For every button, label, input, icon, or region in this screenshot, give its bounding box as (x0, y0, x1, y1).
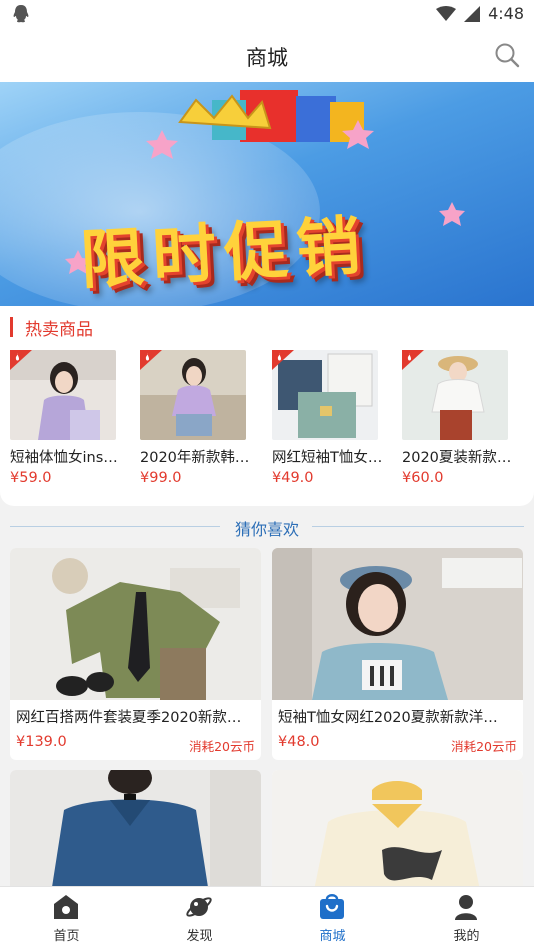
product-photo (10, 770, 261, 900)
banner-promo-text: 限时促销 (78, 209, 371, 299)
home-icon (54, 895, 78, 919)
product-card[interactable] (10, 770, 261, 900)
hot-flame-icon (402, 350, 424, 370)
guess-divider: 猜你喜欢 (0, 514, 534, 540)
product-card[interactable] (272, 770, 523, 900)
product-photo (272, 548, 523, 700)
signal-icon (464, 5, 481, 22)
shop-bag-icon (320, 894, 344, 919)
product-name: 短袖T恤女网红2020夏款新款洋… (278, 710, 498, 726)
product-name: 2020夏装新款… (402, 450, 512, 466)
section-title: 热卖商品 (10, 316, 93, 340)
clock-time: 4:48 (488, 4, 524, 23)
product-card[interactable]: 短袖T恤女网红2020夏款新款洋… ¥48.0 消耗20云币 (272, 548, 523, 760)
wifi-icon (436, 5, 457, 21)
product-price: ¥60.0 (402, 470, 444, 486)
tab-label: 首页 (53, 929, 80, 944)
product-name: 网红百搭两件套装夏季2020新款… (16, 710, 242, 726)
app-header: 商城 (0, 30, 534, 82)
product-photo (272, 770, 523, 900)
search-icon[interactable] (494, 42, 520, 68)
hot-product-item[interactable]: 2020夏装新款… ¥60.0 (402, 350, 524, 500)
hot-products-section: 热卖商品 短袖体恤女ins… ¥59.0 2020年新款韩… ¥99.0 网红短… (0, 306, 534, 506)
tab-label: 发现 (186, 929, 213, 944)
tab-profile[interactable]: 我的 (400, 887, 533, 949)
product-price: ¥59.0 (10, 470, 52, 486)
hot-section-title: 热卖商品 (25, 319, 93, 340)
hot-product-item[interactable]: 2020年新款韩… ¥99.0 (140, 350, 262, 500)
coin-cost: 消耗20云币 (189, 739, 255, 754)
product-price: ¥49.0 (272, 470, 314, 486)
product-name: 短袖体恤女ins… (10, 450, 118, 466)
product-photo (10, 548, 261, 700)
hot-products-list: 短袖体恤女ins… ¥59.0 2020年新款韩… ¥99.0 网红短袖T恤女…… (10, 350, 530, 500)
product-name: 网红短袖T恤女… (272, 450, 383, 466)
promo-banner[interactable]: 限时促销 (0, 82, 534, 306)
qq-icon (13, 5, 29, 23)
user-icon (455, 895, 477, 920)
divider-line (312, 526, 524, 527)
hot-flame-icon (140, 350, 162, 370)
hot-product-item[interactable]: 短袖体恤女ins… ¥59.0 (10, 350, 132, 500)
tab-home[interactable]: 首页 (0, 887, 133, 949)
status-bar: 4:48 (0, 0, 534, 30)
guess-section-title: 猜你喜欢 (234, 520, 299, 539)
section-marker (10, 317, 13, 337)
tab-label: 商城 (319, 929, 346, 944)
product-price: ¥48.0 (278, 734, 320, 750)
product-price: ¥139.0 (16, 734, 67, 750)
tab-shop[interactable]: 商城 (266, 887, 399, 949)
page-title: 商城 (246, 46, 288, 70)
hot-flame-icon (10, 350, 32, 370)
product-price: ¥99.0 (140, 470, 182, 486)
planet-icon (186, 897, 212, 917)
bottom-tab-bar: 首页 发现 商城 我的 (0, 886, 534, 949)
hot-flame-icon (272, 350, 294, 370)
tab-label: 我的 (453, 929, 480, 944)
coin-cost: 消耗20云币 (451, 739, 517, 754)
tab-discover[interactable]: 发现 (133, 887, 266, 949)
product-card[interactable]: 网红百搭两件套装夏季2020新款… ¥139.0 消耗20云币 (10, 548, 261, 760)
hot-product-item[interactable]: 网红短袖T恤女… ¥49.0 (272, 350, 394, 500)
product-name: 2020年新款韩… (140, 450, 250, 466)
